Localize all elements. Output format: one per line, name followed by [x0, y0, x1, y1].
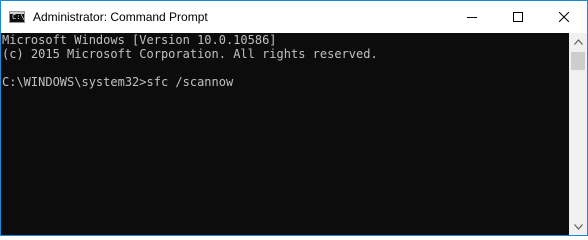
close-button[interactable]	[541, 1, 587, 33]
scroll-up-button[interactable]	[569, 33, 587, 50]
title-bar[interactable]: C:\ Administrator: Command Prompt	[1, 1, 587, 33]
window-title: Administrator: Command Prompt	[33, 10, 208, 24]
maximize-icon	[513, 12, 523, 22]
chevron-up-icon	[573, 38, 583, 45]
console-line: Microsoft Windows [Version 10.0.10586]	[2, 33, 277, 47]
console-line: (c) 2015 Microsoft Corporation. All righ…	[2, 47, 378, 61]
scroll-down-button[interactable]	[569, 218, 587, 235]
minimize-button[interactable]	[449, 1, 495, 33]
close-icon	[559, 12, 569, 22]
console-output[interactable]: Microsoft Windows [Version 10.0.10586] (…	[1, 33, 569, 235]
maximize-button[interactable]	[495, 1, 541, 33]
command-prompt-window: C:\ Administrator: Command Prompt Micros…	[0, 0, 588, 236]
caption-buttons	[449, 1, 587, 33]
minimize-icon	[467, 17, 477, 18]
cmd-icon-glyph: C:\	[12, 13, 25, 21]
cmd-icon[interactable]: C:\	[9, 11, 25, 23]
vertical-scrollbar[interactable]	[569, 33, 587, 235]
chevron-down-icon	[573, 223, 583, 230]
scrollbar-thumb[interactable]	[571, 52, 585, 70]
command-prompt-line[interactable]: C:\WINDOWS\system32>sfc /scannow	[2, 75, 569, 89]
